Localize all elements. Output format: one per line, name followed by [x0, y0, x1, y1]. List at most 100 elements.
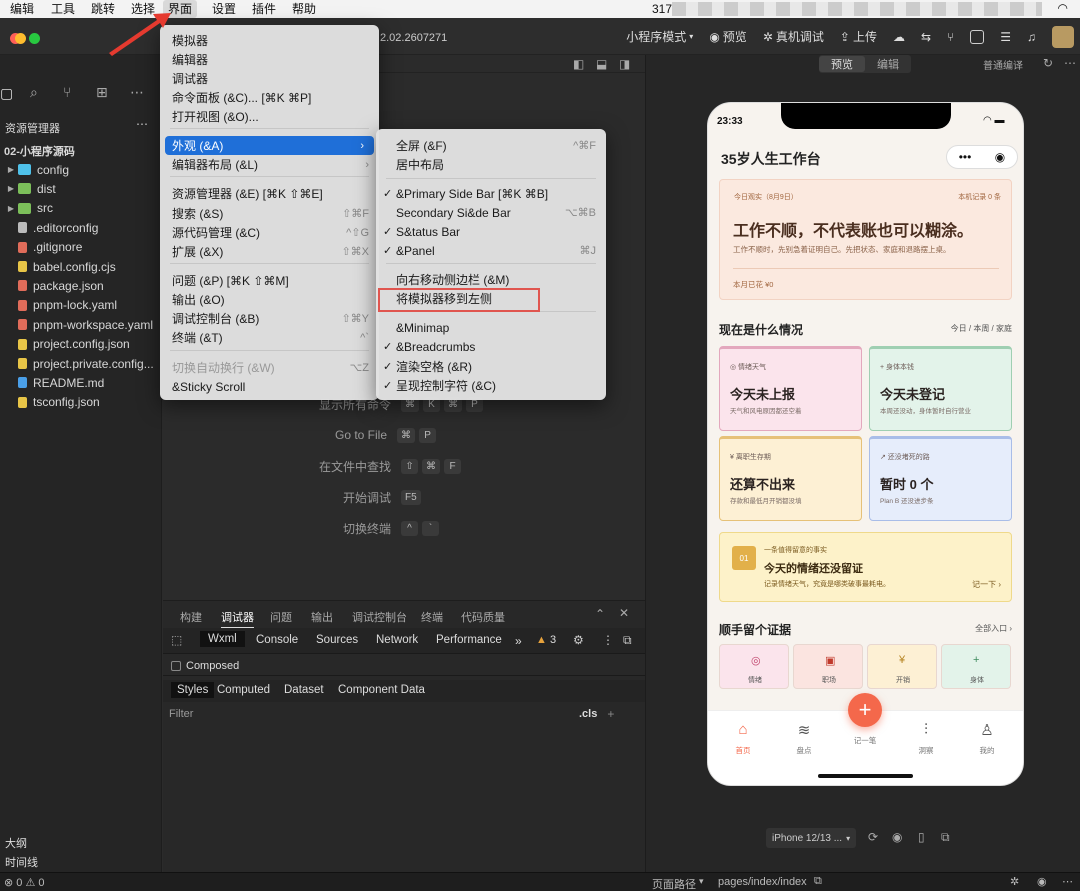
split-right-icon[interactable]: ◨	[619, 57, 630, 71]
menu-settings[interactable]: 设置	[207, 0, 241, 18]
warnings-badge[interactable]: ▲ 3	[536, 634, 556, 646]
nav-tab[interactable]: 记一笔	[845, 735, 885, 746]
menu-item[interactable]: 调试器	[160, 69, 379, 88]
submenu-item[interactable]: 全屏 (&F) ^⌘F	[376, 136, 606, 155]
refresh-icon[interactable]: ↻	[1043, 56, 1053, 70]
file-tree-item[interactable]: tsconfig.json	[0, 393, 162, 412]
submenu-item[interactable]: Secondary Si&de Bar ⌥⌘B	[376, 203, 606, 222]
submenu-item[interactable]: ✓ &Primary Side Bar [⌘K ⌘B]	[376, 184, 606, 203]
quick-entry[interactable]: + 身体	[941, 644, 1011, 689]
debugger-tab[interactable]: 构建	[180, 609, 202, 625]
device-select[interactable]: iPhone 12/13 ... ▾	[766, 828, 857, 848]
menu-tools[interactable]: 工具	[46, 0, 80, 18]
capsule-menu[interactable]: ••• ◉	[946, 145, 1018, 169]
menu-item[interactable]: 扩展 (&X) ⇧⌘X	[160, 242, 379, 261]
submenu-item[interactable]: ✓ S&tatus Bar	[376, 222, 606, 241]
layout-icon[interactable]	[970, 29, 985, 44]
project-folder[interactable]: 02-小程序源码	[0, 141, 162, 160]
settings-gear-icon[interactable]: ⚙	[573, 633, 584, 647]
files-icon[interactable]: ▢	[0, 85, 13, 102]
status-card[interactable]: + 身体本钱 今天未登记 本周还没动，身体暂时自行营业	[869, 346, 1012, 431]
menu-item[interactable]: 外观 (&A) ›	[165, 136, 374, 155]
file-tree-item[interactable]: ▶ dist	[0, 179, 162, 198]
menu-item[interactable]: 源代码管理 (&C) ^⇧G	[160, 223, 379, 242]
menu-item[interactable]: 调试控制台 (&B) ⇧⌘Y	[160, 309, 379, 328]
fact-link[interactable]: 记一下 ›	[972, 579, 1001, 590]
debugger-tab[interactable]: 调试控制台	[352, 609, 407, 625]
upload-button[interactable]: ⇪ 上传	[840, 28, 877, 45]
menu-item[interactable]: 问题 (&P) [⌘K ⇧⌘M]	[160, 271, 379, 290]
inspect-icon[interactable]: ⬚	[171, 633, 182, 647]
record-icon[interactable]: ◉	[892, 830, 902, 844]
search-icon[interactable]: ⌕	[30, 84, 38, 101]
window-icon[interactable]: ⧉	[941, 830, 950, 845]
page-path[interactable]: pages/index/index	[718, 876, 807, 888]
styles-tab[interactable]: Computed	[217, 684, 270, 696]
fact-card[interactable]: 01 一条值得留意的事实 今天的情绪还没留证 记录情绪天气，究竟是哪类破事最耗电…	[719, 532, 1012, 602]
phone-icon[interactable]: ▯	[918, 830, 925, 844]
submenu-item[interactable]: 向右移动侧边栏 (&M)	[376, 270, 606, 289]
nav-tab[interactable]: 我的	[967, 745, 1007, 756]
section-evidence-all[interactable]: 全部入口 ›	[975, 623, 1012, 634]
add-rule-icon[interactable]: +	[607, 707, 614, 721]
menu-edit[interactable]: 编辑	[5, 0, 39, 18]
menu-item[interactable]: 切换自动换行 (&W) ⌥Z	[160, 358, 379, 377]
source-control-icon[interactable]: ⑂	[63, 84, 71, 100]
submenu-item[interactable]: &Minimap	[376, 318, 606, 337]
dots-icon[interactable]: •••	[959, 150, 972, 164]
status-card[interactable]: ↗ 还没堵死的路 暂时 0 个 Plan B 还没进步条	[869, 436, 1012, 521]
dock-icon[interactable]: ⧉	[623, 633, 632, 648]
menu-item[interactable]: 搜索 (&S) ⇧⌘F	[160, 204, 379, 223]
cls-button[interactable]: .cls	[579, 708, 597, 720]
file-tree-item[interactable]: babel.config.cjs	[0, 257, 162, 276]
mode-select[interactable]: 小程序模式 ▾	[626, 28, 693, 45]
file-tree-item[interactable]: project.config.json	[0, 335, 162, 354]
file-tree-item[interactable]: package.json	[0, 276, 162, 295]
devtools-tab[interactable]: Wxml	[200, 631, 245, 647]
nav-tab[interactable]: 洞察	[906, 745, 946, 756]
debugger-tab[interactable]: 调试器	[221, 609, 254, 629]
debugger-tab[interactable]: 问题	[270, 609, 292, 625]
menu-item[interactable]: 打开视图 (&O)...	[160, 107, 379, 126]
submenu-item[interactable]: 居中布局	[376, 155, 606, 174]
menu-item[interactable]: 编辑器	[160, 50, 379, 69]
menu-item[interactable]: 资源管理器 (&E) [⌘K ⇧⌘E]	[160, 184, 379, 203]
menu-item[interactable]: 终端 (&T) ^`	[160, 328, 379, 347]
file-tree-item[interactable]: pnpm-workspace.yaml	[0, 315, 162, 334]
status-card[interactable]: ¥ 离职生存期 还算不出来 存款和最低月开销都没填	[719, 436, 862, 521]
preview-button[interactable]: ◉ 预览	[709, 28, 747, 45]
filter-input[interactable]: Filter	[169, 708, 579, 720]
menu-item[interactable]: &Sticky Scroll	[160, 377, 379, 396]
sim-tab-edit[interactable]: 编辑	[865, 56, 911, 72]
target-icon[interactable]: ◉	[995, 150, 1005, 164]
extensions-icon[interactable]: ⊞	[96, 84, 108, 101]
copy-icon[interactable]: ⧉	[814, 875, 822, 888]
devtools-tab[interactable]: Sources	[316, 634, 358, 646]
minimize-button[interactable]	[15, 33, 26, 44]
submenu-item[interactable]: ✓ &Breadcrumbs	[376, 337, 606, 356]
file-tree-item[interactable]: project.private.config...	[0, 354, 162, 373]
quick-entry[interactable]: ▣ 职场	[793, 644, 863, 689]
debugger-tab[interactable]: 终端	[421, 609, 443, 625]
zoom-window-button[interactable]	[29, 33, 40, 44]
file-tree-item[interactable]: pnpm-lock.yaml	[0, 296, 162, 315]
split-left-icon[interactable]: ◧	[573, 57, 584, 71]
section-status-filter[interactable]: 今日 / 本周 / 家庭	[951, 323, 1012, 334]
rotate-icon[interactable]: ⟳	[868, 830, 878, 844]
avatar[interactable]	[1052, 25, 1074, 48]
sim-tab-preview[interactable]: 预览	[819, 56, 865, 72]
timeline-panel[interactable]: 时间线	[5, 854, 38, 870]
menu-item[interactable]: 模拟器	[160, 31, 379, 50]
explorer-more-icon[interactable]: ⋯	[136, 117, 148, 131]
devtools-tab[interactable]: Network	[376, 634, 418, 646]
compile-select[interactable]: 普通编译	[983, 57, 1023, 72]
menu-item[interactable]: 输出 (&O)	[160, 290, 379, 309]
file-tree-item[interactable]: README.md	[0, 373, 162, 392]
submenu-item[interactable]: ✓ 呈现控制字符 (&C)	[376, 376, 606, 395]
quick-entry[interactable]: ◎ 情绪	[719, 644, 789, 689]
quick-entry[interactable]: ¥ 开销	[867, 644, 937, 689]
debugger-tab[interactable]: 输出	[311, 609, 333, 625]
list-icon[interactable]: ☰	[1000, 30, 1011, 44]
kebab-icon[interactable]: ⋮	[602, 633, 614, 647]
styles-tab[interactable]: Component Data	[338, 684, 425, 696]
